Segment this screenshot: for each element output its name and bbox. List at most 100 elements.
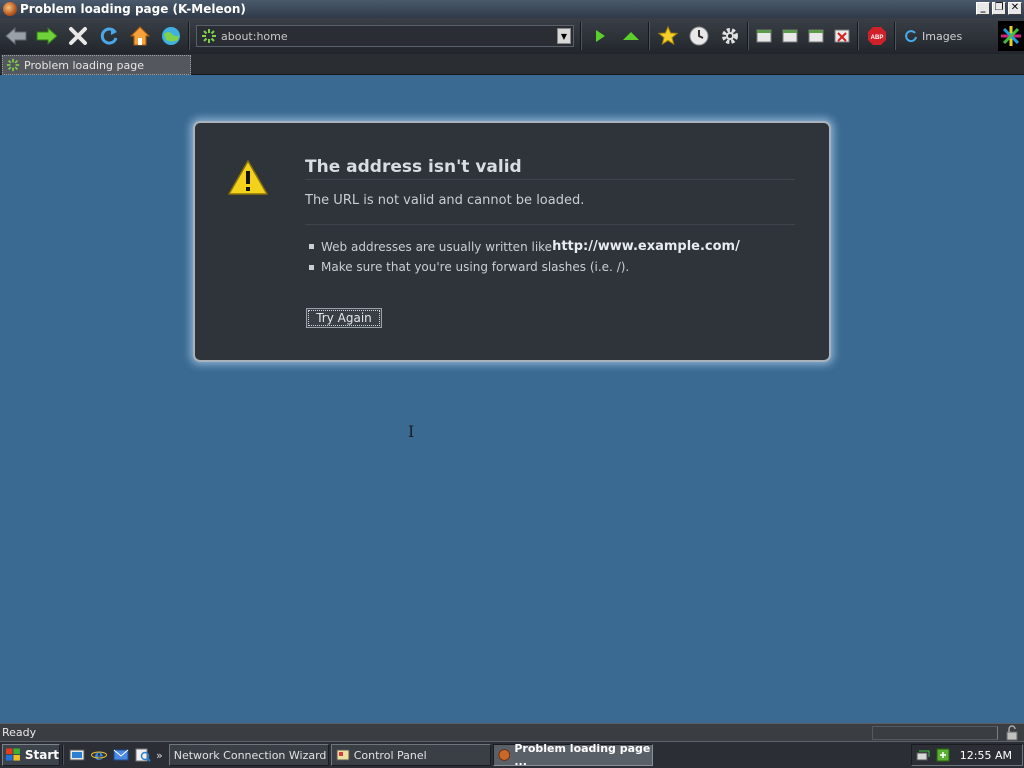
error-title: The address isn't valid [305,157,522,177]
window-icon [756,29,772,43]
toolbar-separator [747,22,749,50]
window-icon [808,29,824,43]
new-window-button[interactable] [751,21,777,51]
forward-icon [36,26,58,46]
globe-button[interactable] [155,21,186,51]
start-label: Start [24,748,59,762]
error-description: The URL is not valid and cannot be loade… [305,193,585,208]
task-label: Network Connection Wizard [173,748,327,762]
bookmarks-button[interactable] [652,21,683,51]
show-desktop-icon[interactable] [69,747,85,763]
search-icon[interactable] [135,747,151,763]
close-window-icon [834,29,850,43]
globe-icon [161,27,180,45]
tab-bar: Problem loading page [0,54,1024,75]
outlook-icon[interactable] [113,747,129,763]
start-button[interactable]: Start [2,744,60,766]
suggestion-text: Web addresses are usually written like [321,239,553,254]
adblock-label: ABP [870,35,883,41]
stop-button[interactable] [62,21,93,51]
adblock-button[interactable]: ABP [861,21,892,51]
ie-icon[interactable]: e [91,747,107,763]
up-button[interactable] [615,21,646,51]
status-panel [872,725,998,740]
toolbar-separator [580,22,582,50]
up-icon [622,32,639,40]
go-button[interactable] [584,21,615,51]
tab-label: Problem loading page [24,58,144,72]
history-clock-icon [689,26,708,46]
duplicate-window-button[interactable] [803,21,829,51]
title-bar[interactable]: Problem loading page (K-Meleon) _ ❐ ✕ [0,0,1024,18]
url-input[interactable]: about:home [217,30,557,43]
security-lock-icon[interactable] [1004,724,1020,741]
k-meleon-logo-icon [1001,26,1021,46]
close-tab-button[interactable] [829,21,855,51]
home-icon [129,26,150,46]
suggestion-text: Make sure that you're using forward slas… [321,260,630,274]
quick-launch-more-button[interactable]: » [156,749,163,762]
task-control-panel[interactable]: Control Panel [330,744,491,766]
warning-icon [228,160,268,195]
taskbar: Start e » Network Connection Wizard Cont… [0,741,1024,768]
bullet [309,244,314,249]
try-again-button[interactable]: Try Again [306,308,382,328]
url-dropdown-button[interactable]: ▼ [557,28,571,44]
network-icon[interactable] [916,747,932,763]
images-toggle-button[interactable]: Images [898,29,968,43]
preferences-button[interactable] [714,21,745,51]
navigation-toolbar: about:home ▼ ABP Images [0,18,1024,54]
status-bar: Ready [0,723,1024,741]
list-item: Web addresses are usually written like h… [309,239,740,254]
volume-icon[interactable] [935,747,951,763]
text-cursor-icon: I [408,422,415,441]
task-problem-loading-page[interactable]: Problem loading page ... [492,742,653,768]
history-button[interactable] [683,21,714,51]
example-url: http://www.example.com/ [552,239,740,254]
close-button[interactable]: ✕ [1008,2,1022,15]
minimize-button[interactable]: _ [976,2,990,15]
window-title: Problem loading page (K-Meleon) [20,2,246,16]
taskbar-separator [62,745,64,765]
window-controls: _ ❐ ✕ [976,2,1022,15]
toolbar-separator [894,22,896,50]
task-network-connection-wizard[interactable]: Network Connection Wizard [168,744,329,766]
forward-button[interactable] [31,21,62,51]
k-meleon-app-icon [498,749,510,761]
images-refresh-icon [905,30,917,43]
restore-button[interactable]: ❐ [992,2,1006,15]
k-meleon-app-icon[interactable] [3,2,17,16]
toolbar-separator [648,22,650,50]
list-item: Make sure that you're using forward slas… [309,260,740,274]
k-meleon-logo [998,21,1024,51]
bookmark-star-icon [657,25,678,46]
back-button[interactable] [0,21,31,51]
toolbar-separator [857,22,859,50]
back-icon [4,26,26,46]
new-tab-button[interactable] [777,21,803,51]
bullet [309,264,314,270]
error-dialog: The address isn't valid The URL is not v… [193,121,831,362]
tab-problem-loading-page[interactable]: Problem loading page [2,55,191,75]
home-button[interactable] [124,21,155,51]
error-suggestions-list: Web addresses are usually written like h… [309,239,740,280]
title-divider [305,179,795,180]
windows-logo-icon [6,748,20,761]
window-icon [782,29,798,43]
svg-text:e: e [95,748,104,763]
page-content: The address isn't valid The URL is not v… [0,76,1024,723]
task-label: Control Panel [353,748,427,762]
description-divider [305,224,795,225]
adblock-icon: ABP [867,27,886,45]
images-label: Images [922,29,963,43]
go-icon [595,30,605,42]
url-bar[interactable]: about:home ▼ [196,25,574,47]
loading-throbber-icon [6,58,20,72]
task-label: Problem loading page ... [514,742,651,768]
reload-button[interactable] [93,21,124,51]
toolbar-separator [188,22,190,50]
reload-icon [100,27,117,45]
status-text: Ready [2,726,37,739]
clock: 12:55 AM [959,748,1012,762]
loading-throbber-icon [202,29,216,43]
